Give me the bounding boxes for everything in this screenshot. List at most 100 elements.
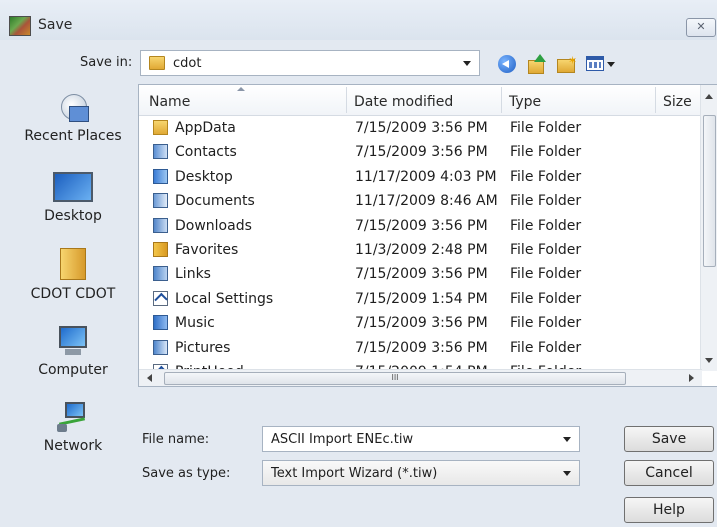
file-name: Links [175,266,211,283]
file-name-label: File name: [142,432,210,447]
file-row[interactable]: Local Settings 7/15/2009 1:54 PM File Fold… [139,287,702,311]
scroll-up-icon[interactable] [705,94,713,99]
column-divider[interactable] [346,87,347,113]
file-name: Pictures [175,339,231,356]
views-menu-icon[interactable] [586,56,616,73]
file-name: Desktop [175,168,233,185]
file-row[interactable]: Desktop 11/17/2009 4:03 PM File Folder [139,165,702,189]
place-network[interactable]: Network [18,402,128,454]
file-type: File Folder [510,339,582,356]
file-date-modified: 11/17/2009 4:03 PM [355,168,497,185]
close-button[interactable]: ✕ [686,18,716,37]
music-icon [153,315,168,331]
file-date-modified: 7/15/2009 3:56 PM [355,266,488,283]
file-row[interactable]: Favorites 11/3/2009 2:48 PM File Folder [139,238,702,262]
place-cdot-cdot[interactable]: CDOT CDOT [18,248,128,302]
scroll-down-icon[interactable] [705,358,713,363]
recent-places-icon [55,92,91,122]
pictures-icon [153,339,168,355]
place-computer[interactable]: Computer [18,326,128,378]
file-row[interactable]: Pictures 7/15/2009 3:56 PM File Folder [139,336,702,360]
file-row[interactable]: Documents 11/17/2009 8:46 AM File Folder [139,189,702,213]
cancel-button[interactable]: Cancel [624,460,714,486]
place-label: Network [43,438,103,454]
place-recent-places[interactable]: Recent Places [18,92,128,144]
file-type: File Folder [510,120,582,136]
desktop-icon [53,172,93,202]
vertical-scroll-thumb[interactable] [703,115,716,267]
user-folder-icon [60,248,86,280]
vertical-scrollbar[interactable] [700,85,717,371]
save-as-type-dropdown[interactable]: Text Import Wizard (*.tiw) [262,460,580,486]
file-type: File Folder [510,193,582,210]
file-type: File Folder [510,290,582,307]
place-label: Recent Places [24,128,122,144]
file-row[interactable]: Music 7/15/2009 3:56 PM File Folder [139,311,702,335]
file-date-modified: 7/15/2009 1:54 PM [355,290,488,307]
documents-icon [153,193,168,209]
file-row[interactable]: Links 7/15/2009 3:56 PM File Folder [139,262,702,286]
shortcut-icon [153,290,168,307]
file-row[interactable]: Contacts 7/15/2009 3:56 PM File Folder [139,140,702,164]
file-type: File Folder [510,266,582,283]
file-name: Local Settings [175,290,274,307]
save-in-dropdown[interactable]: cdot [140,50,480,76]
column-header: Name Date modified Type Size [139,85,702,116]
file-date-modified: 7/15/2009 3:56 PM [355,144,488,161]
chevron-down-icon [563,471,571,476]
column-divider[interactable] [655,87,656,113]
desktop-folder-icon [153,168,168,184]
file-type: File Folder [510,168,582,185]
file-type: File Folder [510,144,582,161]
horizontal-scroll-thumb[interactable]: III [164,372,626,385]
chevron-down-icon [463,61,471,66]
save-as-type-value: Text Import Wizard (*.tiw) [271,466,438,481]
file-name-input[interactable]: ASCII Import ENEc.tiw [262,426,580,452]
file-type: File Folder [510,242,582,258]
up-folder-icon[interactable] [526,54,546,74]
place-label: Computer [38,362,108,378]
file-row[interactable]: AppData 7/15/2009 3:56 PM File Folder [139,116,702,140]
chevron-down-icon[interactable] [563,437,571,442]
column-divider[interactable] [501,87,502,113]
links-icon [153,266,168,282]
save-as-type-label: Save as type: [142,466,231,481]
folder-icon [149,56,165,70]
app-icon [9,16,31,36]
save-in-value: cdot [173,56,202,71]
favorites-icon [153,242,168,257]
scroll-left-icon[interactable] [147,374,152,382]
contacts-icon [153,144,168,160]
file-type: File Folder [510,315,582,332]
save-in-label: Save in: [80,55,133,70]
file-date-modified: 11/17/2009 8:46 AM [355,193,498,210]
save-button[interactable]: Save [624,426,714,452]
window-title: Save [38,17,73,33]
column-date-modified[interactable]: Date modified [354,94,453,110]
computer-icon [55,326,91,356]
file-name-value: ASCII Import ENEc.tiw [271,432,414,447]
help-button[interactable]: Help [624,497,714,523]
file-name: Documents [175,193,255,210]
downloads-icon [153,217,168,233]
file-date-modified: 7/15/2009 3:56 PM [355,217,488,234]
back-icon[interactable] [498,55,516,73]
column-type[interactable]: Type [509,94,541,110]
file-row[interactable]: Downloads 7/15/2009 3:56 PM File Folder [139,214,702,238]
scroll-right-icon[interactable] [689,374,694,382]
place-desktop[interactable]: Desktop [18,172,128,224]
file-name: Favorites [175,242,239,258]
file-date-modified: 7/15/2009 3:56 PM [355,339,488,356]
sort-ascending-icon [237,87,245,91]
horizontal-scrollbar[interactable]: III [139,369,702,386]
new-folder-icon[interactable]: ✶ [556,54,577,73]
file-type: File Folder [510,217,582,234]
file-list[interactable]: Name Date modified Type Size AppData 7/15… [138,84,717,387]
network-icon [55,402,91,432]
file-name: AppData [175,120,236,136]
title-bar: Save ✕ [0,0,717,40]
column-size[interactable]: Size [663,94,692,110]
column-name[interactable]: Name [149,94,190,110]
place-label: Desktop [44,208,102,224]
file-date-modified: 7/15/2009 3:56 PM [355,120,488,136]
